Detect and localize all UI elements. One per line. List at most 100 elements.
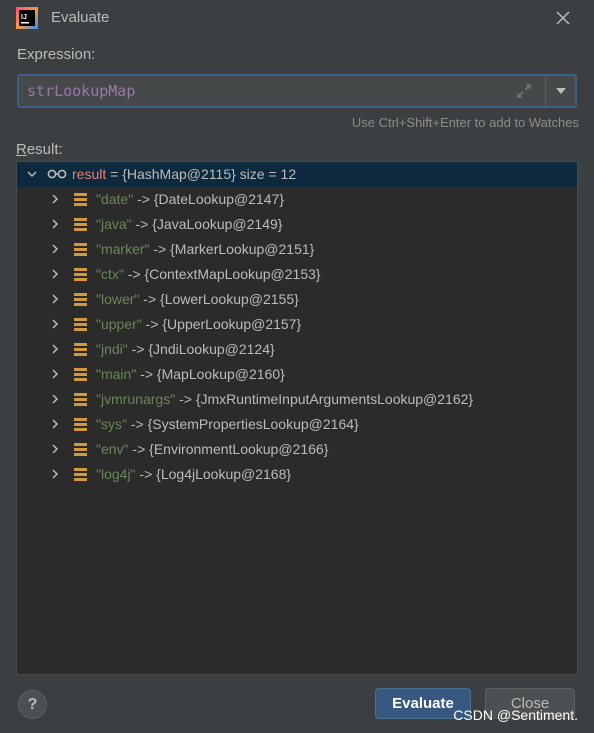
- field-icon: [74, 468, 87, 481]
- entry-key: "log4j": [96, 466, 136, 482]
- tree-row[interactable]: "main" -> {MapLookup@2160}: [17, 362, 577, 387]
- entry-key: "main": [96, 366, 137, 382]
- chevron-right-icon[interactable]: [49, 193, 61, 205]
- chevron-right-icon[interactable]: [49, 393, 61, 405]
- tree-row[interactable]: "ctx" -> {ContextMapLookup@2153}: [17, 262, 577, 287]
- window-title: Evaluate: [51, 9, 110, 26]
- tree-row[interactable]: "marker" -> {MarkerLookup@2151}: [17, 237, 577, 262]
- tree-row[interactable]: "java" -> {JavaLookup@2149}: [17, 212, 577, 237]
- entry-arrow: ->: [128, 441, 150, 457]
- chevron-right-icon[interactable]: [49, 343, 61, 355]
- field-icon: [74, 293, 87, 306]
- entry-arrow: ->: [139, 291, 161, 307]
- tree-row[interactable]: "upper" -> {UpperLookup@2157}: [17, 312, 577, 337]
- entry-arrow: ->: [135, 466, 157, 482]
- glasses-icon: [47, 169, 67, 179]
- tree-row[interactable]: "date" -> {DateLookup@2147}: [17, 187, 577, 212]
- watermark: CSDN @Sentiment.: [453, 707, 578, 723]
- entry-value: {JavaLookup@2149}: [152, 216, 283, 232]
- field-icon: [74, 318, 87, 331]
- root-text: result = {HashMap@2115} size = 12: [72, 166, 296, 182]
- tree-row-text: "ctx" -> {ContextMapLookup@2153}: [96, 266, 321, 282]
- field-icon: [74, 443, 87, 456]
- result-label-mnemonic: R: [16, 141, 27, 158]
- logo-text: IJ: [21, 14, 27, 21]
- entry-key: "marker": [96, 241, 150, 257]
- root-name: result: [72, 166, 107, 182]
- entry-value: {EnvironmentLookup@2166}: [149, 441, 329, 457]
- field-icon: [74, 368, 87, 381]
- chevron-down-icon: [555, 88, 566, 94]
- entry-arrow: ->: [175, 391, 196, 407]
- expression-label: Expression:: [17, 46, 96, 63]
- result-label: Result:: [16, 141, 63, 158]
- tree-row[interactable]: "jvmrunargs" -> {JmxRuntimeInputArgument…: [17, 387, 577, 412]
- entry-key: "date": [96, 191, 134, 207]
- root-value: {HashMap@2115}: [122, 166, 236, 182]
- entry-key: "sys": [96, 416, 127, 432]
- field-icon: [74, 243, 87, 256]
- entry-value: {DateLookup@2147}: [153, 191, 285, 207]
- result-tree[interactable]: result = {HashMap@2115} size = 12 "date"…: [16, 161, 578, 675]
- entry-arrow: ->: [126, 416, 148, 432]
- field-icon: [74, 393, 87, 406]
- tree-row[interactable]: "env" -> {EnvironmentLookup@2166}: [17, 437, 577, 462]
- chevron-right-icon[interactable]: [49, 243, 61, 255]
- tree-row[interactable]: "jndi" -> {JndiLookup@2124}: [17, 337, 577, 362]
- entry-key: "ctx": [96, 266, 124, 282]
- chevron-right-icon[interactable]: [49, 443, 61, 455]
- close-icon[interactable]: [553, 8, 573, 28]
- field-icon: [74, 268, 87, 281]
- tree-row-text: "java" -> {JavaLookup@2149}: [96, 216, 282, 232]
- tree-row-text: "log4j" -> {Log4jLookup@2168}: [96, 466, 291, 482]
- entry-arrow: ->: [149, 241, 171, 257]
- chevron-right-icon[interactable]: [49, 468, 61, 480]
- history-dropdown-button[interactable]: [545, 76, 575, 106]
- entry-value: {MarkerLookup@2151}: [170, 241, 315, 257]
- tree-row[interactable]: "sys" -> {SystemPropertiesLookup@2164}: [17, 412, 577, 437]
- entry-key: "java": [96, 216, 132, 232]
- expression-combobox[interactable]: [17, 74, 577, 108]
- chevron-right-icon[interactable]: [49, 418, 61, 430]
- chevron-down-icon[interactable]: [26, 168, 38, 180]
- tree-row-text: "marker" -> {MarkerLookup@2151}: [96, 241, 314, 257]
- root-eq: =: [106, 166, 123, 182]
- chevron-right-icon[interactable]: [49, 218, 61, 230]
- entry-value: {Log4jLookup@2168}: [156, 466, 292, 482]
- watches-hint: Use Ctrl+Shift+Enter to add to Watches: [351, 115, 579, 130]
- entry-arrow: ->: [131, 216, 153, 232]
- field-icon: [74, 218, 87, 231]
- root-size: size = 12: [235, 166, 297, 182]
- entry-arrow: ->: [133, 191, 154, 207]
- chevron-right-icon[interactable]: [49, 318, 61, 330]
- entry-arrow: ->: [141, 316, 163, 332]
- entry-value: {JndiLookup@2124}: [148, 341, 275, 357]
- expression-input[interactable]: [19, 76, 545, 106]
- tree-row[interactable]: "lower" -> {LowerLookup@2155}: [17, 287, 577, 312]
- tree-row-text: "upper" -> {UpperLookup@2157}: [96, 316, 301, 332]
- tree-root-row[interactable]: result = {HashMap@2115} size = 12: [17, 162, 577, 187]
- tree-row-text: "jvmrunargs" -> {JmxRuntimeInputArgument…: [96, 391, 473, 407]
- intellij-logo-icon: IJ: [16, 7, 38, 29]
- entry-value: {ContextMapLookup@2153}: [144, 266, 321, 282]
- help-button[interactable]: ?: [18, 690, 47, 719]
- field-icon: [74, 418, 87, 431]
- title-bar: IJ Evaluate: [0, 0, 594, 36]
- field-icon: [74, 343, 87, 356]
- tree-row-text: "main" -> {MapLookup@2160}: [96, 366, 285, 382]
- entry-arrow: ->: [136, 366, 157, 382]
- tree-row-text: "date" -> {DateLookup@2147}: [96, 191, 284, 207]
- tree-entries: "date" -> {DateLookup@2147} "java" -> {Ja…: [17, 187, 577, 487]
- tree-row[interactable]: "log4j" -> {Log4jLookup@2168}: [17, 462, 577, 487]
- chevron-right-icon[interactable]: [49, 368, 61, 380]
- entry-value: {JmxRuntimeInputArgumentsLookup@2162}: [195, 391, 474, 407]
- tree-row-text: "sys" -> {SystemPropertiesLookup@2164}: [96, 416, 359, 432]
- chevron-right-icon[interactable]: [49, 268, 61, 280]
- expand-icon[interactable]: [516, 83, 532, 99]
- entry-key: "env": [96, 441, 129, 457]
- result-label-rest: esult:: [26, 141, 63, 158]
- chevron-right-icon[interactable]: [49, 293, 61, 305]
- entry-value: {MapLookup@2160}: [156, 366, 285, 382]
- tree-row-text: "jndi" -> {JndiLookup@2124}: [96, 341, 275, 357]
- entry-arrow: ->: [123, 266, 145, 282]
